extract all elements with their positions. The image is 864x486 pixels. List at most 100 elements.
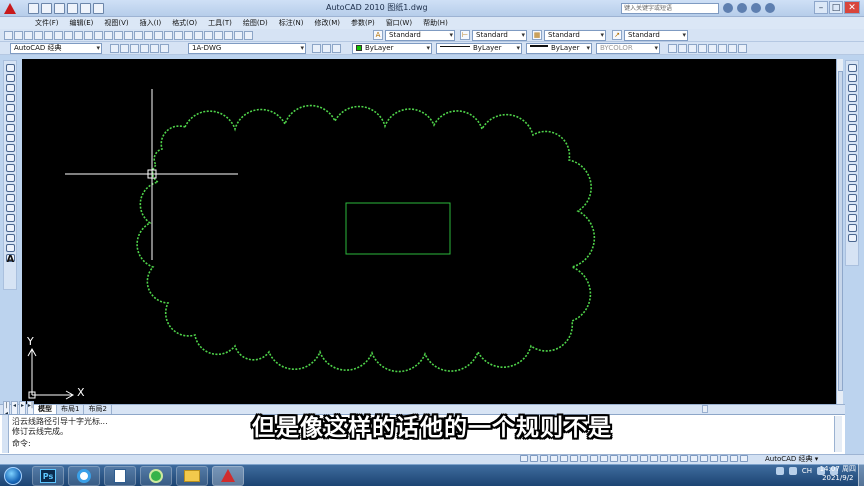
command-window-grip[interactable]	[2, 415, 9, 453]
polar-toggle-icon[interactable]	[550, 455, 558, 462]
mirror-icon[interactable]	[847, 84, 857, 92]
hatch-icon[interactable]	[5, 204, 15, 212]
markup-icon[interactable]	[224, 30, 233, 40]
visual-style-icon[interactable]	[678, 44, 687, 53]
taskbar-explorer[interactable]	[176, 465, 208, 486]
tab-layout2[interactable]: 布局2	[84, 405, 112, 414]
autocad-logo-icon[interactable]	[0, 0, 20, 17]
circle-icon[interactable]	[5, 124, 15, 132]
help-icon[interactable]	[765, 3, 775, 13]
workspace-switch-icon[interactable]	[720, 455, 728, 462]
plot-icon[interactable]	[34, 30, 43, 40]
showmotion-icon[interactable]	[680, 455, 688, 462]
render-icon[interactable]	[668, 44, 677, 53]
search-icon[interactable]	[723, 3, 733, 13]
show-desktop-button[interactable]	[858, 464, 864, 486]
ucs-icon[interactable]	[698, 44, 707, 53]
region-icon[interactable]	[5, 224, 15, 232]
extend-icon[interactable]	[847, 164, 857, 172]
table-style-select[interactable]: Standard	[544, 30, 606, 41]
new-icon[interactable]	[28, 2, 39, 14]
move-icon[interactable]	[847, 114, 857, 122]
construction-line-icon[interactable]	[5, 74, 15, 82]
menu-file[interactable]: 文件(F)	[30, 18, 64, 28]
help-icon[interactable]	[244, 30, 253, 40]
tray-app-icon[interactable]	[775, 467, 784, 475]
arc-icon[interactable]	[5, 114, 15, 122]
menu-parametric[interactable]: 参数(P)	[346, 18, 380, 28]
menu-edit[interactable]: 编辑(E)	[65, 18, 99, 28]
save-icon[interactable]	[54, 2, 65, 14]
workspace-switch-label[interactable]: AutoCAD 经典 ▾	[765, 454, 818, 464]
horizontal-scroll-thumb[interactable]	[702, 405, 708, 413]
ellipse-arc-icon[interactable]	[5, 164, 15, 172]
grid-toggle-icon[interactable]	[530, 455, 538, 462]
paste-icon[interactable]	[94, 30, 103, 40]
orbit-icon[interactable]	[718, 44, 727, 53]
taskbar-browser[interactable]	[140, 465, 172, 486]
ducs-toggle-icon[interactable]	[580, 455, 588, 462]
multileader-style-select[interactable]: Standard	[624, 30, 688, 41]
tool-palettes-icon[interactable]	[204, 30, 213, 40]
publish-icon[interactable]	[54, 30, 63, 40]
command-window[interactable]	[0, 414, 845, 454]
taskbar-photoshop[interactable]: Ps	[32, 465, 64, 486]
redo-icon[interactable]	[134, 30, 143, 40]
zoom-window-icon[interactable]	[164, 30, 173, 40]
camera-icon[interactable]	[688, 44, 697, 53]
dyn-toggle-icon[interactable]	[590, 455, 598, 462]
workspace-settings-icon[interactable]	[110, 44, 119, 53]
model-space-icon[interactable]	[620, 455, 628, 462]
layer-color-icon[interactable]	[160, 44, 169, 53]
vertical-scrollbar[interactable]	[836, 59, 843, 404]
stretch-icon[interactable]	[847, 144, 857, 152]
rotate-icon[interactable]	[847, 124, 857, 132]
osnap-toggle-icon[interactable]	[560, 455, 568, 462]
rectangle-icon[interactable]	[5, 104, 15, 112]
block-editor-icon[interactable]	[114, 30, 123, 40]
copy-object-icon[interactable]	[847, 74, 857, 82]
color-select[interactable]: ByLayer	[352, 43, 432, 54]
array-icon[interactable]	[847, 104, 857, 112]
break-icon[interactable]	[847, 184, 857, 192]
multiline-text-icon[interactable]: A	[5, 254, 15, 265]
taskbar-clock[interactable]: 14:07 周四 2021/9/2	[820, 465, 856, 483]
preview-icon[interactable]	[44, 30, 53, 40]
menu-insert[interactable]: 插入(I)	[135, 18, 167, 28]
text-style-icon[interactable]: A	[373, 30, 383, 40]
linetype-select[interactable]: ByLayer	[436, 43, 522, 54]
ellipse-icon[interactable]	[5, 154, 15, 162]
view-cube-icon[interactable]	[708, 44, 717, 53]
table-style-icon[interactable]: ▦	[532, 30, 542, 40]
layer-state-icon[interactable]	[130, 44, 139, 53]
pan-icon[interactable]	[144, 30, 153, 40]
command-prompt[interactable]: 命令:	[12, 438, 31, 449]
input-language-indicator[interactable]: CH	[802, 467, 812, 475]
layer-walk-icon[interactable]	[332, 44, 341, 53]
revision-cloud[interactable]	[136, 104, 596, 373]
chamfer-icon[interactable]	[847, 204, 857, 212]
table-icon[interactable]	[5, 234, 15, 242]
zoom-realtime-icon[interactable]	[154, 30, 163, 40]
open-icon[interactable]	[14, 30, 23, 40]
taskbar-document[interactable]	[104, 465, 136, 486]
design-center-icon[interactable]	[194, 30, 203, 40]
close-button[interactable]: ✕	[844, 1, 860, 14]
help-search-input[interactable]: 键入关键字或短语	[621, 3, 719, 14]
menu-dimension[interactable]: 标注(N)	[274, 18, 309, 28]
add-selected-icon[interactable]	[5, 244, 15, 252]
workspace-select[interactable]: AutoCAD 经典	[10, 43, 102, 54]
layer-select[interactable]: 1A-DWG	[188, 43, 306, 54]
rectangle-object[interactable]	[345, 202, 451, 255]
lineweight-select[interactable]: ByLayer	[526, 43, 592, 54]
dim-style-select[interactable]: Standard	[472, 30, 527, 41]
print-icon[interactable]	[93, 2, 104, 14]
text-style-select[interactable]: Standard	[385, 30, 455, 41]
properties-icon[interactable]	[184, 30, 193, 40]
annotation-visibility-icon[interactable]	[700, 455, 708, 462]
vertical-scroll-thumb[interactable]	[838, 71, 843, 391]
maximize-button[interactable]: □	[829, 1, 843, 14]
tab-model[interactable]: 模型	[34, 405, 57, 414]
steering-wheel-icon[interactable]	[670, 455, 678, 462]
menu-tools[interactable]: 工具(T)	[203, 18, 237, 28]
